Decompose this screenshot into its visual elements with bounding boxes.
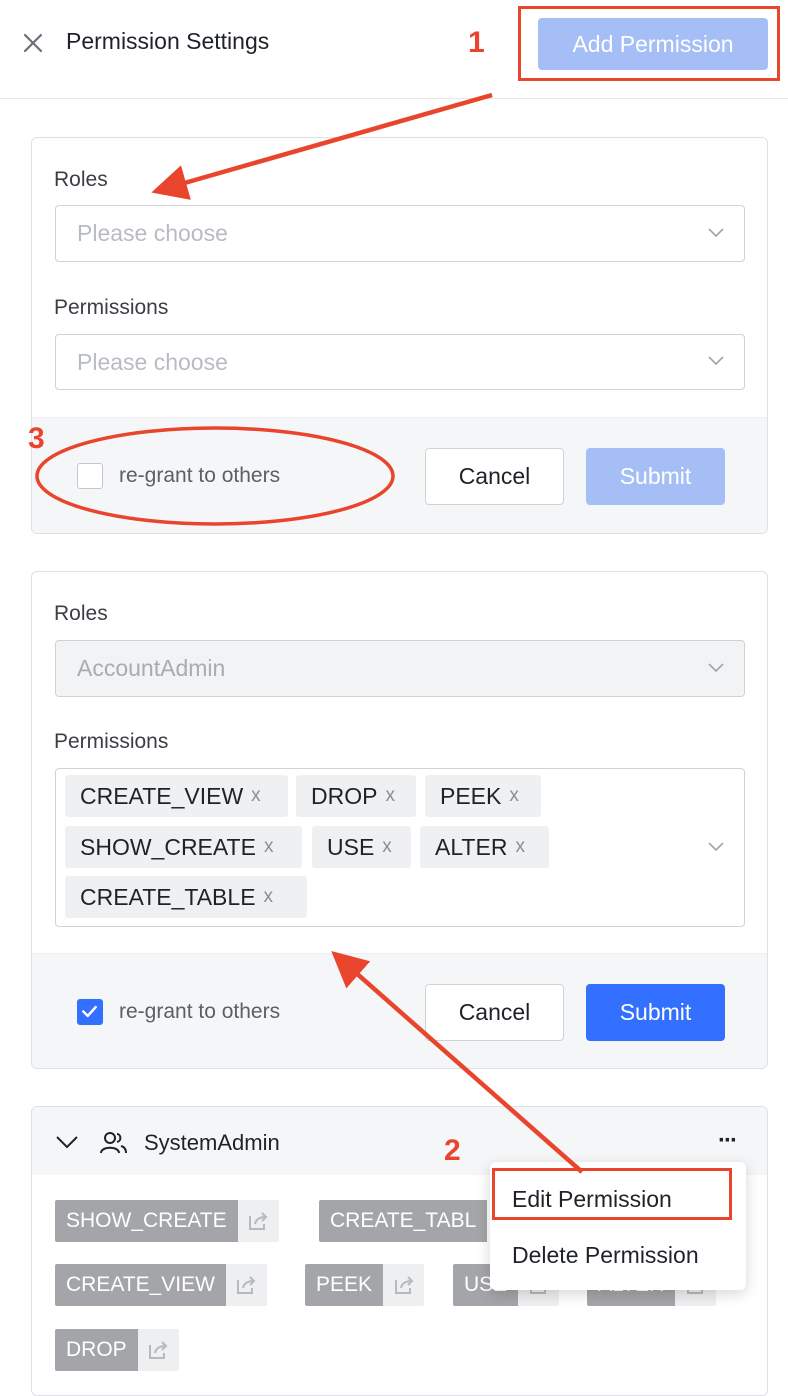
remove-tag-icon[interactable]: x — [382, 836, 392, 858]
chevron-down-icon — [708, 227, 724, 237]
page-title: Permission Settings — [66, 28, 270, 54]
regrant-checkbox[interactable] — [77, 999, 103, 1025]
permissions-select[interactable]: Please choose — [55, 334, 745, 390]
tag-label: DROP — [311, 782, 378, 809]
remove-tag-icon[interactable]: x — [515, 836, 525, 858]
users-icon — [100, 1132, 127, 1154]
permission-tag: DROP x — [296, 775, 416, 817]
remove-tag-icon[interactable]: x — [251, 785, 261, 807]
close-icon[interactable] — [22, 32, 44, 54]
annotation-step-2: 2 — [444, 1134, 461, 1167]
cancel-button[interactable]: Cancel — [425, 448, 564, 505]
permissions-label: Permissions — [54, 730, 169, 753]
permissions-placeholder: Please choose — [77, 348, 228, 375]
cancel-button[interactable]: Cancel — [425, 984, 564, 1041]
regrant-label: re-grant to others — [119, 1000, 281, 1023]
share-icon[interactable] — [225, 1264, 267, 1306]
regrant-label: re-grant to others — [119, 464, 281, 487]
remove-tag-icon[interactable]: x — [264, 836, 274, 858]
chevron-down-icon — [708, 841, 724, 851]
annotation-step-3: 3 — [28, 422, 45, 455]
submit-button[interactable]: Submit — [586, 448, 725, 505]
permission-chip-label: SHOW_CREATE — [55, 1200, 238, 1242]
tag-label: USE — [327, 833, 375, 860]
remove-tag-icon[interactable]: x — [509, 785, 519, 807]
annotation-box-edit-permission — [492, 1168, 732, 1220]
permission-chip-label: CREATE_VIEW — [55, 1264, 226, 1306]
remove-tag-icon[interactable]: x — [264, 886, 274, 908]
share-icon[interactable] — [383, 1264, 425, 1306]
permission-chip-label: DROP — [55, 1329, 138, 1371]
permissions-multiselect[interactable]: CREATE_VIEW x DROP x PEEK x SHOW_CREATE x US… — [55, 768, 745, 927]
role-name: SystemAdmin — [144, 1130, 280, 1155]
more-icon[interactable]: ··· — [718, 1127, 738, 1155]
permission-chip: DROP — [55, 1329, 179, 1371]
role-value: AccountAdmin — [77, 655, 226, 681]
check-icon — [82, 1005, 97, 1018]
roles-select: AccountAdmin — [55, 640, 745, 697]
permission-tag: CREATE_VIEW x — [65, 775, 288, 817]
permission-tag: CREATE_TABLE x — [65, 876, 307, 918]
share-icon[interactable] — [237, 1200, 279, 1242]
tag-label: CREATE_VIEW — [80, 782, 244, 809]
roles-select[interactable]: Please choose — [55, 205, 745, 262]
permission-chip: PEEK — [305, 1264, 425, 1306]
permission-tag: PEEK x — [425, 775, 541, 817]
permission-chip-label: CREATE_TABL — [319, 1200, 488, 1242]
permission-chip: CREATE_VIEW — [55, 1264, 267, 1306]
permission-chip: SHOW_CREATE — [55, 1200, 279, 1242]
delete-permission-menu-item[interactable]: Delete Permission — [512, 1242, 699, 1269]
tag-label: SHOW_CREATE — [80, 833, 256, 860]
chevron-down-icon — [708, 662, 724, 672]
share-icon[interactable] — [137, 1329, 179, 1371]
new-permission-card: Roles Please choose Permissions Please c… — [31, 137, 768, 534]
annotation-box-add-permission — [518, 6, 780, 81]
permission-tag: SHOW_CREATE x — [65, 826, 302, 868]
roles-label: Roles — [54, 602, 108, 625]
chevron-down-icon — [708, 356, 724, 366]
permission-chip-label: PEEK — [305, 1264, 384, 1306]
permission-tag: USE x — [312, 826, 411, 868]
tag-label: CREATE_TABLE — [80, 883, 256, 910]
permission-tag: ALTER x — [420, 826, 549, 868]
new-form-footer: re-grant to others Cancel Submit — [32, 417, 767, 533]
permission-chip: CREATE_TABL — [319, 1200, 495, 1242]
header-divider — [0, 98, 788, 99]
tag-label: ALTER — [435, 833, 508, 860]
edit-form-footer: re-grant to others Cancel Submit — [32, 953, 767, 1068]
permissions-label: Permissions — [54, 296, 169, 319]
annotation-step-1: 1 — [468, 26, 485, 59]
tag-label: PEEK — [440, 782, 502, 809]
chevron-down-icon[interactable] — [56, 1136, 78, 1149]
roles-label: Roles — [54, 168, 108, 191]
edit-permission-card: Roles AccountAdmin Permissions CREATE_VI… — [31, 571, 768, 1069]
regrant-checkbox[interactable] — [77, 463, 103, 489]
submit-button[interactable]: Submit — [586, 984, 725, 1041]
roles-placeholder: Please choose — [77, 220, 228, 246]
remove-tag-icon[interactable]: x — [385, 785, 395, 807]
